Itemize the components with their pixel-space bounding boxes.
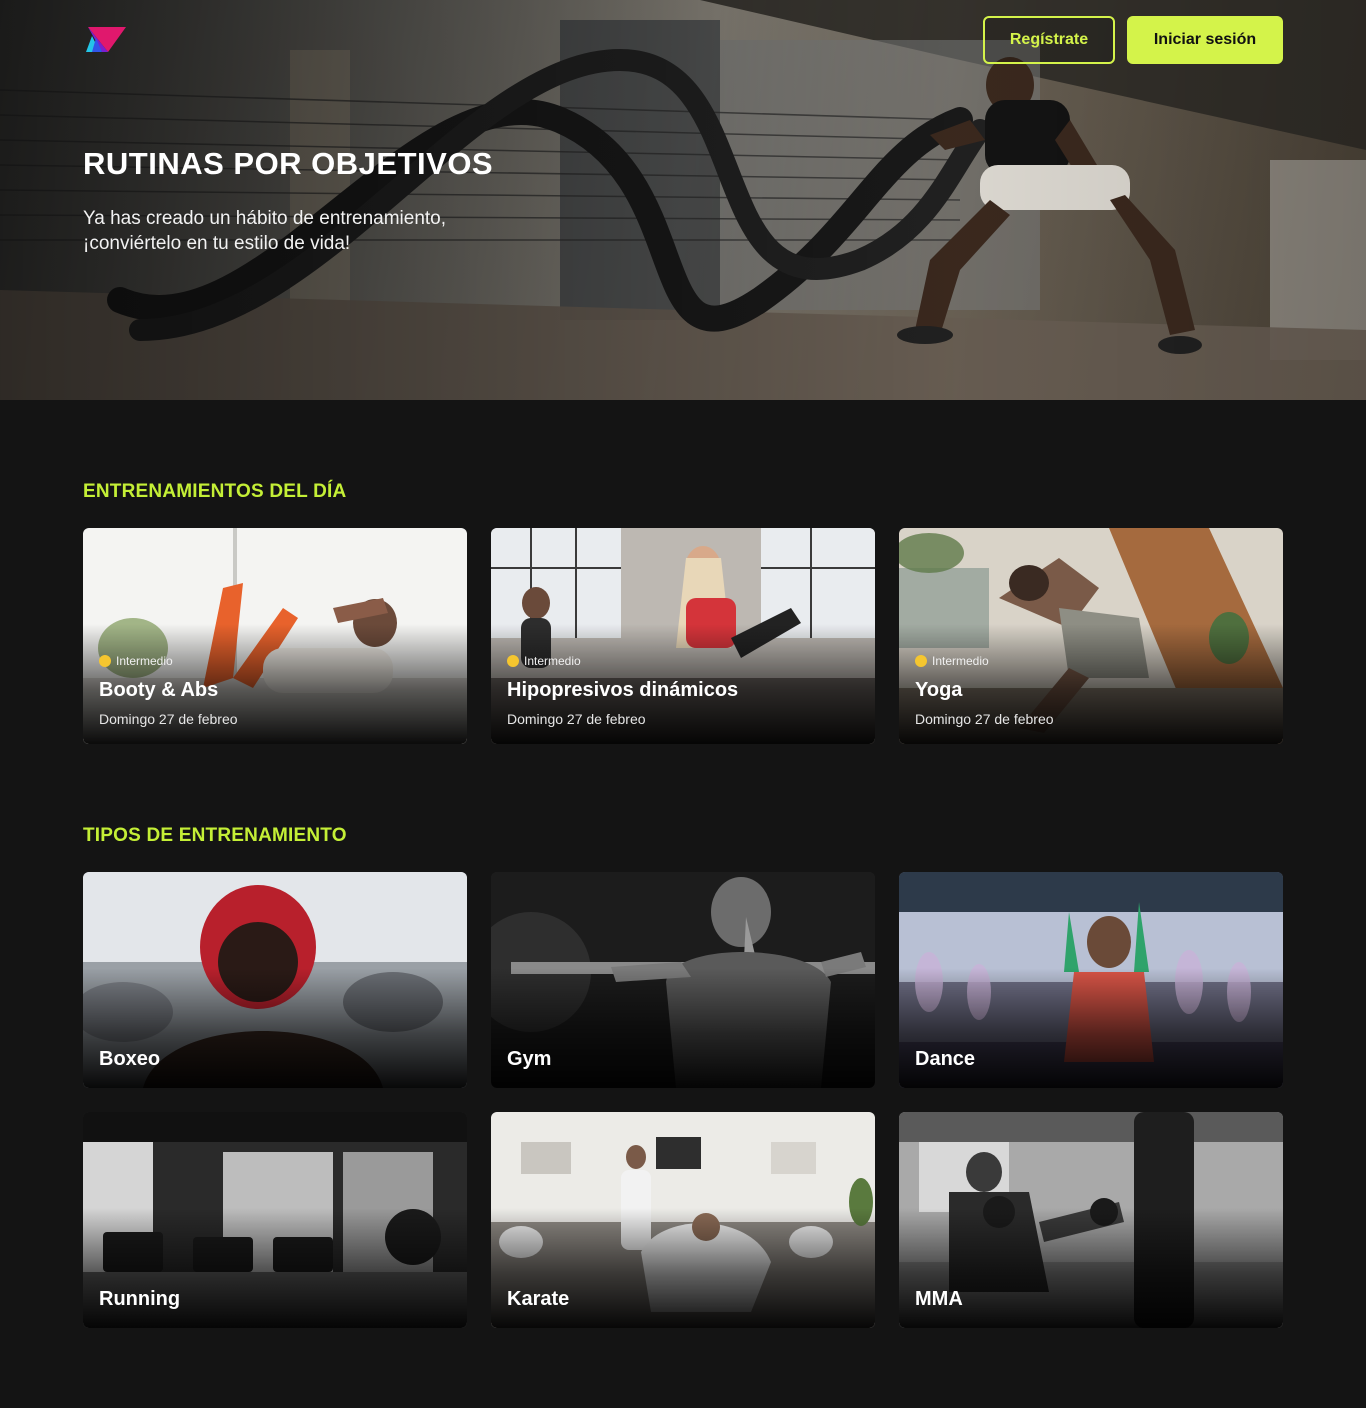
level-badge: Intermedio (915, 654, 989, 668)
card-title: MMA (915, 1288, 963, 1310)
card-date: Domingo 27 de febreo (915, 711, 1054, 727)
level-dot-icon (99, 655, 111, 667)
brand-logo-icon (86, 27, 126, 52)
level-dot-icon (507, 655, 519, 667)
type-card-boxeo[interactable]: Boxeo (83, 872, 467, 1088)
card-title: Hipopresivos dinámicos (507, 679, 739, 701)
card-title: Running (99, 1288, 181, 1310)
level-label: Intermedio (524, 654, 581, 668)
types-section-title: TIPOS DE ENTRENAMIENTO (83, 825, 347, 846)
card-title: Booty & Abs (99, 679, 219, 701)
level-label: Intermedio (116, 654, 173, 668)
card-title: Dance (915, 1048, 976, 1070)
type-card-running[interactable]: Running (83, 1112, 467, 1328)
card-title: Boxeo (99, 1048, 161, 1070)
level-dot-icon (915, 655, 927, 667)
level-label: Intermedio (932, 654, 989, 668)
card-date: Domingo 27 de febreo (99, 711, 238, 727)
type-card-gym[interactable]: Gym (491, 872, 875, 1088)
level-badge: Intermedio (99, 654, 173, 668)
card-title: Yoga (915, 679, 963, 701)
daily-card-booty-abs[interactable]: Intermedio Booty & Abs Domingo 27 de feb… (83, 528, 467, 744)
hero-subtitle-line-1: Ya has creado un hábito de entrenamiento… (83, 208, 447, 229)
type-card-dance[interactable]: Dance (899, 872, 1283, 1088)
login-button[interactable]: Iniciar sesión (1127, 16, 1283, 64)
hero-banner: Regístrate Iniciar sesión RUTINAS POR OB… (0, 0, 1366, 400)
hero-subtitle-line-2: ¡conviértelo en tu estilo de vida! (83, 233, 351, 254)
card-title: Karate (507, 1288, 570, 1310)
register-button[interactable]: Regístrate (983, 16, 1115, 64)
hero-title: RUTINAS POR OBJETIVOS (83, 146, 494, 181)
type-card-mma[interactable]: MMA (899, 1112, 1283, 1328)
card-date: Domingo 27 de febreo (507, 711, 646, 727)
type-card-karate[interactable]: Karate (491, 1112, 875, 1328)
daily-card-hipopresivos[interactable]: Intermedio Hipopresivos dinámicos Doming… (491, 528, 875, 744)
card-title: Gym (507, 1048, 552, 1070)
hero-subtitle: Ya has creado un hábito de entrenamiento… (83, 206, 553, 256)
daily-card-yoga[interactable]: Intermedio Yoga Domingo 27 de febreo (899, 528, 1283, 744)
daily-section-title: ENTRENAMIENTOS DEL DÍA (83, 481, 347, 502)
level-badge: Intermedio (507, 654, 581, 668)
